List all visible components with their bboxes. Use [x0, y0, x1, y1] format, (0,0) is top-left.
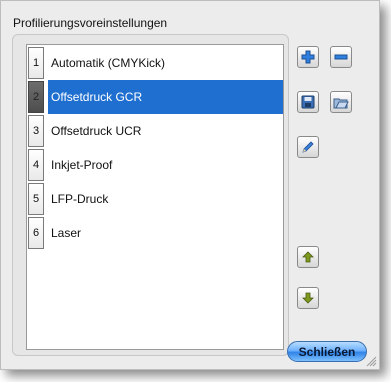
- minus-icon: [334, 50, 348, 64]
- resize-grip-icon[interactable]: [365, 355, 377, 367]
- save-icon: [301, 95, 315, 109]
- row-number: 3: [28, 115, 44, 147]
- plus-icon: [301, 50, 315, 64]
- list-item-selected[interactable]: 2 Offsetdruck GCR: [27, 80, 283, 114]
- presets-groupbox: 1 Automatik (CMYKick) 2 Offsetdruck GCR …: [12, 34, 289, 356]
- group-title: Profilierungsvoreinstellungen: [13, 16, 168, 30]
- row-label: Automatik (CMYKick): [51, 56, 166, 70]
- list-item[interactable]: 3 Offsetdruck UCR: [27, 114, 283, 148]
- row-number: 5: [28, 183, 44, 215]
- row-number: 6: [28, 217, 44, 249]
- remove-preset-button[interactable]: [330, 46, 352, 68]
- presets-list[interactable]: 1 Automatik (CMYKick) 2 Offsetdruck GCR …: [26, 44, 284, 350]
- row-number: 2: [28, 81, 44, 113]
- row-number: 1: [28, 47, 44, 79]
- move-up-button[interactable]: [297, 246, 319, 268]
- pencil-icon: [301, 140, 315, 154]
- list-item[interactable]: 5 LFP-Druck: [27, 182, 283, 216]
- open-preset-button[interactable]: [330, 91, 352, 113]
- row-number: 4: [28, 149, 44, 181]
- save-preset-button[interactable]: [297, 91, 319, 113]
- row-label: Laser: [51, 226, 82, 240]
- list-item[interactable]: 6 Laser: [27, 216, 283, 250]
- list-item[interactable]: 1 Automatik (CMYKick): [27, 46, 283, 80]
- row-label: Offsetdruck UCR: [51, 124, 142, 138]
- arrow-up-icon: [302, 251, 314, 263]
- list-item[interactable]: 4 Inkjet-Proof: [27, 148, 283, 182]
- add-preset-button[interactable]: [297, 46, 319, 68]
- move-down-button[interactable]: [297, 287, 319, 309]
- arrow-down-icon: [302, 292, 314, 304]
- row-label: Offsetdruck GCR: [48, 80, 283, 114]
- row-label: Inkjet-Proof: [51, 158, 113, 172]
- presets-dialog: Profilierungsvoreinstellungen 1 Automati…: [0, 0, 380, 370]
- row-label: LFP-Druck: [51, 192, 109, 206]
- open-icon: [333, 95, 349, 109]
- close-button[interactable]: Schließen: [287, 341, 367, 362]
- edit-preset-button[interactable]: [297, 136, 319, 158]
